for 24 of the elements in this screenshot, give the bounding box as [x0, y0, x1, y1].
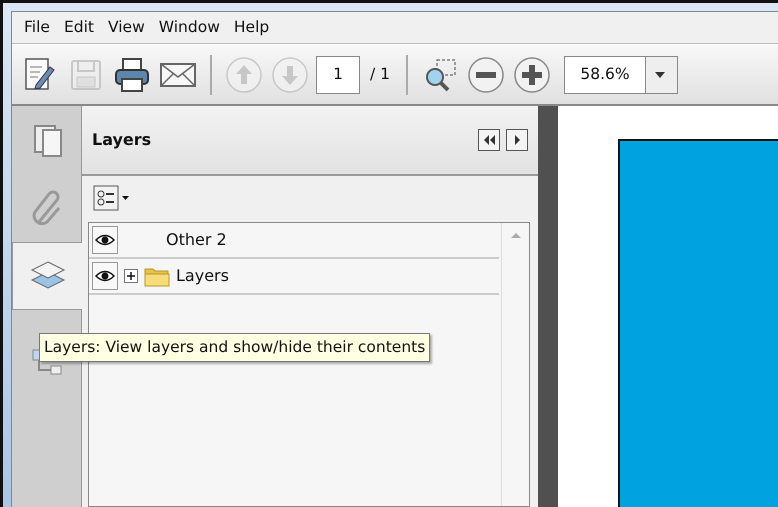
- menu-item[interactable]: Edit: [58, 16, 100, 40]
- layers-tab[interactable]: [12, 242, 83, 310]
- menu-item[interactable]: Help: [228, 16, 276, 40]
- tooltip: Layers: View layers and show/hide their contents: [39, 333, 430, 362]
- dropdown-caret-icon[interactable]: [654, 70, 666, 78]
- menu-item[interactable]: File: [18, 16, 56, 40]
- visibility-toggle[interactable]: [92, 262, 118, 290]
- expand-button[interactable]: [506, 129, 528, 151]
- eye-icon: [95, 270, 115, 282]
- page-number-field[interactable]: 1: [316, 56, 360, 94]
- expand-toggle[interactable]: [124, 269, 138, 283]
- zoom-out-button[interactable]: [466, 54, 506, 94]
- page-count: / 1: [370, 64, 390, 85]
- visibility-toggle[interactable]: [92, 226, 118, 254]
- double-left-arrow-icon: [482, 134, 496, 146]
- zoom-in-button[interactable]: [512, 54, 552, 94]
- menu-item[interactable]: Window: [152, 16, 226, 40]
- menu-item[interactable]: View: [102, 16, 151, 40]
- collapse-button[interactable]: [478, 129, 500, 151]
- eye-icon: [95, 234, 115, 246]
- layer-name[interactable]: Layers: [176, 264, 229, 288]
- layer-name[interactable]: Other 2: [166, 228, 227, 252]
- right-arrow-icon: [512, 134, 522, 146]
- panel-title: Layers: [92, 129, 152, 151]
